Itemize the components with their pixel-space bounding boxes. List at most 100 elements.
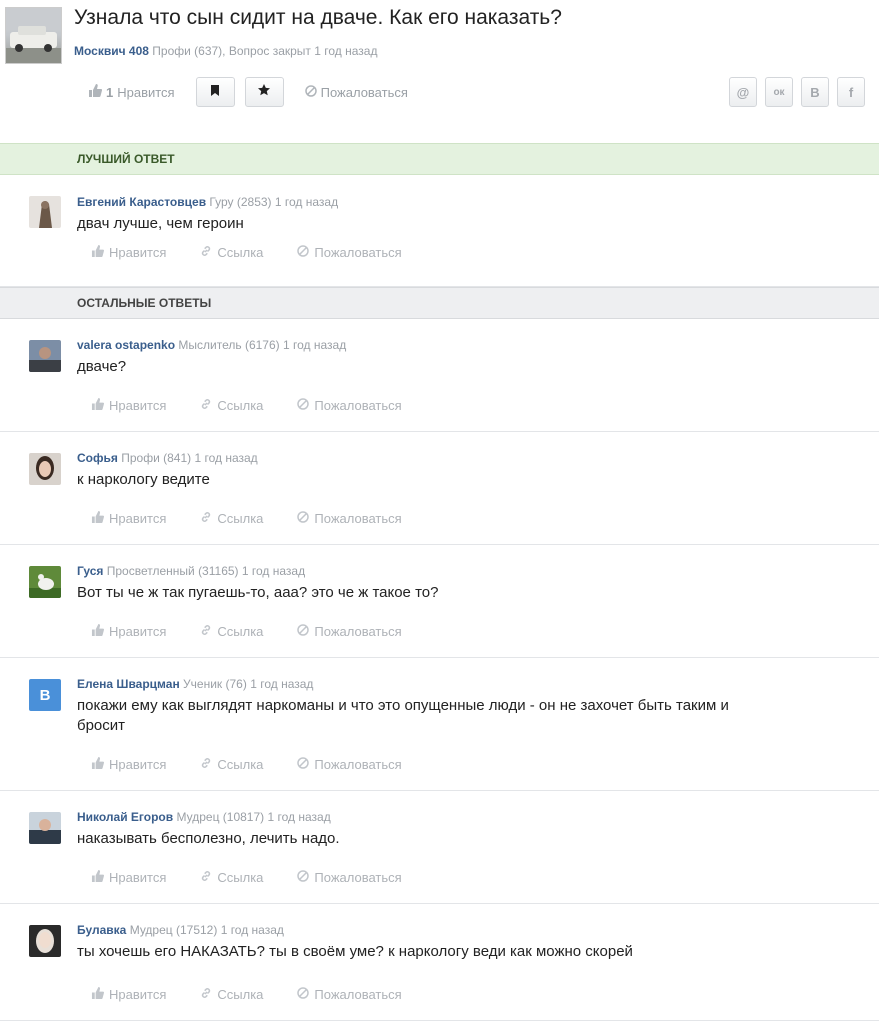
link-button[interactable]: Ссылка: [200, 398, 263, 413]
report-label: Пожаловаться: [314, 511, 402, 526]
like-button[interactable]: Нравится: [91, 870, 166, 885]
answer-author[interactable]: Евгений Карастовцев: [77, 195, 206, 209]
question-author-avatar[interactable]: [5, 7, 62, 64]
thumbs-up-icon: [91, 624, 105, 639]
link-label: Ссылка: [217, 757, 264, 772]
link-label: Ссылка: [217, 398, 264, 413]
like-button[interactable]: Нравится: [91, 511, 166, 526]
link-icon: [200, 870, 212, 885]
question-like-label: Нравится: [117, 84, 175, 100]
link-button[interactable]: Ссылка: [200, 987, 263, 1002]
odnoklassniki-icon: ок: [773, 86, 785, 98]
answer-author[interactable]: valera ostapenko: [77, 338, 175, 352]
thumbs-up-icon: [91, 757, 105, 772]
answer-actions: Нравится Ссылка Пожаловаться: [91, 511, 402, 526]
answer-time: 1 год назад: [194, 451, 258, 465]
share-mail-button[interactable]: @: [729, 77, 757, 107]
answer-text: Вот ты че ж так пугаешь-то, ааа? это че …: [77, 584, 439, 601]
answer-actions: Нравится Ссылка Пожаловаться: [91, 987, 402, 1002]
answer-author[interactable]: Булавка: [77, 923, 126, 937]
like-button[interactable]: Нравится: [91, 757, 166, 772]
answer-rank: Мудрец (10817): [176, 810, 265, 824]
answer-actions: Нравится Ссылка Пожаловаться: [91, 757, 402, 772]
report-label: Пожаловаться: [314, 245, 402, 260]
report-button[interactable]: Пожаловаться: [297, 245, 402, 260]
answer-actions: Нравится Ссылка Пожаловаться: [91, 398, 402, 413]
thumbs-up-icon: [91, 245, 105, 260]
thumbs-up-icon: [91, 511, 105, 526]
question-actions: 1 Нравится Пожаловаться: [88, 77, 408, 107]
answer-meta: Булавка Мудрец (17512) 1 год назад: [77, 923, 284, 937]
block-icon: [297, 398, 310, 413]
answer-time: 1 год назад: [282, 338, 347, 352]
report-button[interactable]: Пожаловаться: [297, 511, 402, 526]
answer-rank: Просветленный (31165): [106, 564, 239, 578]
answer-actions: Нравится Ссылка Пожаловаться: [91, 245, 402, 260]
like-button[interactable]: Нравится: [91, 245, 166, 260]
question-title: Узнала что сын сидит на дваче. Как его н…: [74, 6, 562, 29]
thumbs-up-icon: [88, 84, 103, 100]
answer-text: дваче?: [77, 358, 127, 375]
like-button[interactable]: Нравится: [91, 987, 166, 1002]
link-button[interactable]: Ссылка: [200, 511, 263, 526]
answer-item: Софья Профи (841) 1 год назад к наркологу…: [0, 432, 879, 545]
link-icon: [200, 624, 212, 639]
avatar[interactable]: [29, 196, 61, 228]
bookmark-button[interactable]: [195, 77, 235, 107]
link-icon: [200, 245, 212, 260]
best-answer-header: ЛУЧШИЙ ОТВЕТ: [0, 143, 879, 175]
link-icon: [200, 511, 212, 526]
link-button[interactable]: Ссылка: [200, 870, 263, 885]
avatar[interactable]: [29, 340, 61, 372]
answer-author[interactable]: Николай Егоров: [77, 810, 173, 824]
report-button[interactable]: Пожаловаться: [297, 757, 402, 772]
answer-author[interactable]: Елена Шварцман: [77, 677, 180, 691]
question-block: Узнала что сын сидит на дваче. Как его н…: [0, 0, 879, 143]
vk-icon: B: [810, 84, 820, 100]
avatar[interactable]: [29, 453, 61, 485]
block-icon: [297, 757, 310, 772]
share-buttons: @ ок B f: [729, 77, 865, 107]
answer-time: 1 год назад: [267, 810, 331, 824]
like-label: Нравится: [109, 624, 167, 639]
avatar[interactable]: B: [29, 679, 61, 711]
link-label: Ссылка: [217, 987, 264, 1002]
report-button[interactable]: Пожаловаться: [297, 398, 402, 413]
link-icon: [200, 987, 212, 1002]
answer-rank: Мыслитель (6176): [178, 338, 280, 352]
report-button[interactable]: Пожаловаться: [297, 870, 402, 885]
link-button[interactable]: Ссылка: [200, 245, 263, 260]
share-ok-button[interactable]: ок: [765, 77, 793, 107]
question-like-button[interactable]: 1 Нравится: [88, 84, 175, 100]
answer-actions: Нравится Ссылка Пожаловаться: [91, 870, 402, 885]
answer-meta: Елена Шварцман Ученик (76) 1 год назад: [77, 677, 313, 691]
thumbs-up-icon: [91, 987, 105, 1002]
avatar[interactable]: [29, 566, 61, 598]
share-vk-button[interactable]: B: [801, 77, 829, 107]
share-facebook-button[interactable]: f: [837, 77, 865, 107]
answer-item: Булавка Мудрец (17512) 1 год назад ты хоч…: [0, 904, 879, 1021]
answer-author[interactable]: Софья: [77, 451, 118, 465]
answer-meta: Евгений Карастовцев Гуру (2853) 1 год на…: [77, 195, 338, 209]
link-label: Ссылка: [217, 624, 264, 639]
link-button[interactable]: Ссылка: [200, 757, 263, 772]
answer-time: 1 год назад: [241, 564, 306, 578]
like-label: Нравится: [109, 987, 167, 1002]
favorite-button[interactable]: [244, 77, 284, 107]
question-report-button[interactable]: Пожаловаться: [304, 84, 408, 100]
answer-meta: Гуся Просветленный (31165) 1 год назад: [77, 564, 305, 578]
block-icon: [304, 84, 317, 100]
link-icon: [200, 398, 212, 413]
facebook-icon: f: [848, 84, 854, 100]
question-author-link[interactable]: Москвич 408: [74, 44, 149, 58]
answer-time: 1 год назад: [250, 677, 314, 691]
like-button[interactable]: Нравится: [91, 398, 166, 413]
like-button[interactable]: Нравится: [91, 624, 166, 639]
link-button[interactable]: Ссылка: [200, 624, 263, 639]
avatar[interactable]: [29, 812, 61, 844]
answer-author[interactable]: Гуся: [77, 564, 103, 578]
avatar[interactable]: [29, 925, 61, 957]
report-button[interactable]: Пожаловаться: [297, 987, 402, 1002]
like-label: Нравится: [109, 511, 167, 526]
report-button[interactable]: Пожаловаться: [297, 624, 402, 639]
